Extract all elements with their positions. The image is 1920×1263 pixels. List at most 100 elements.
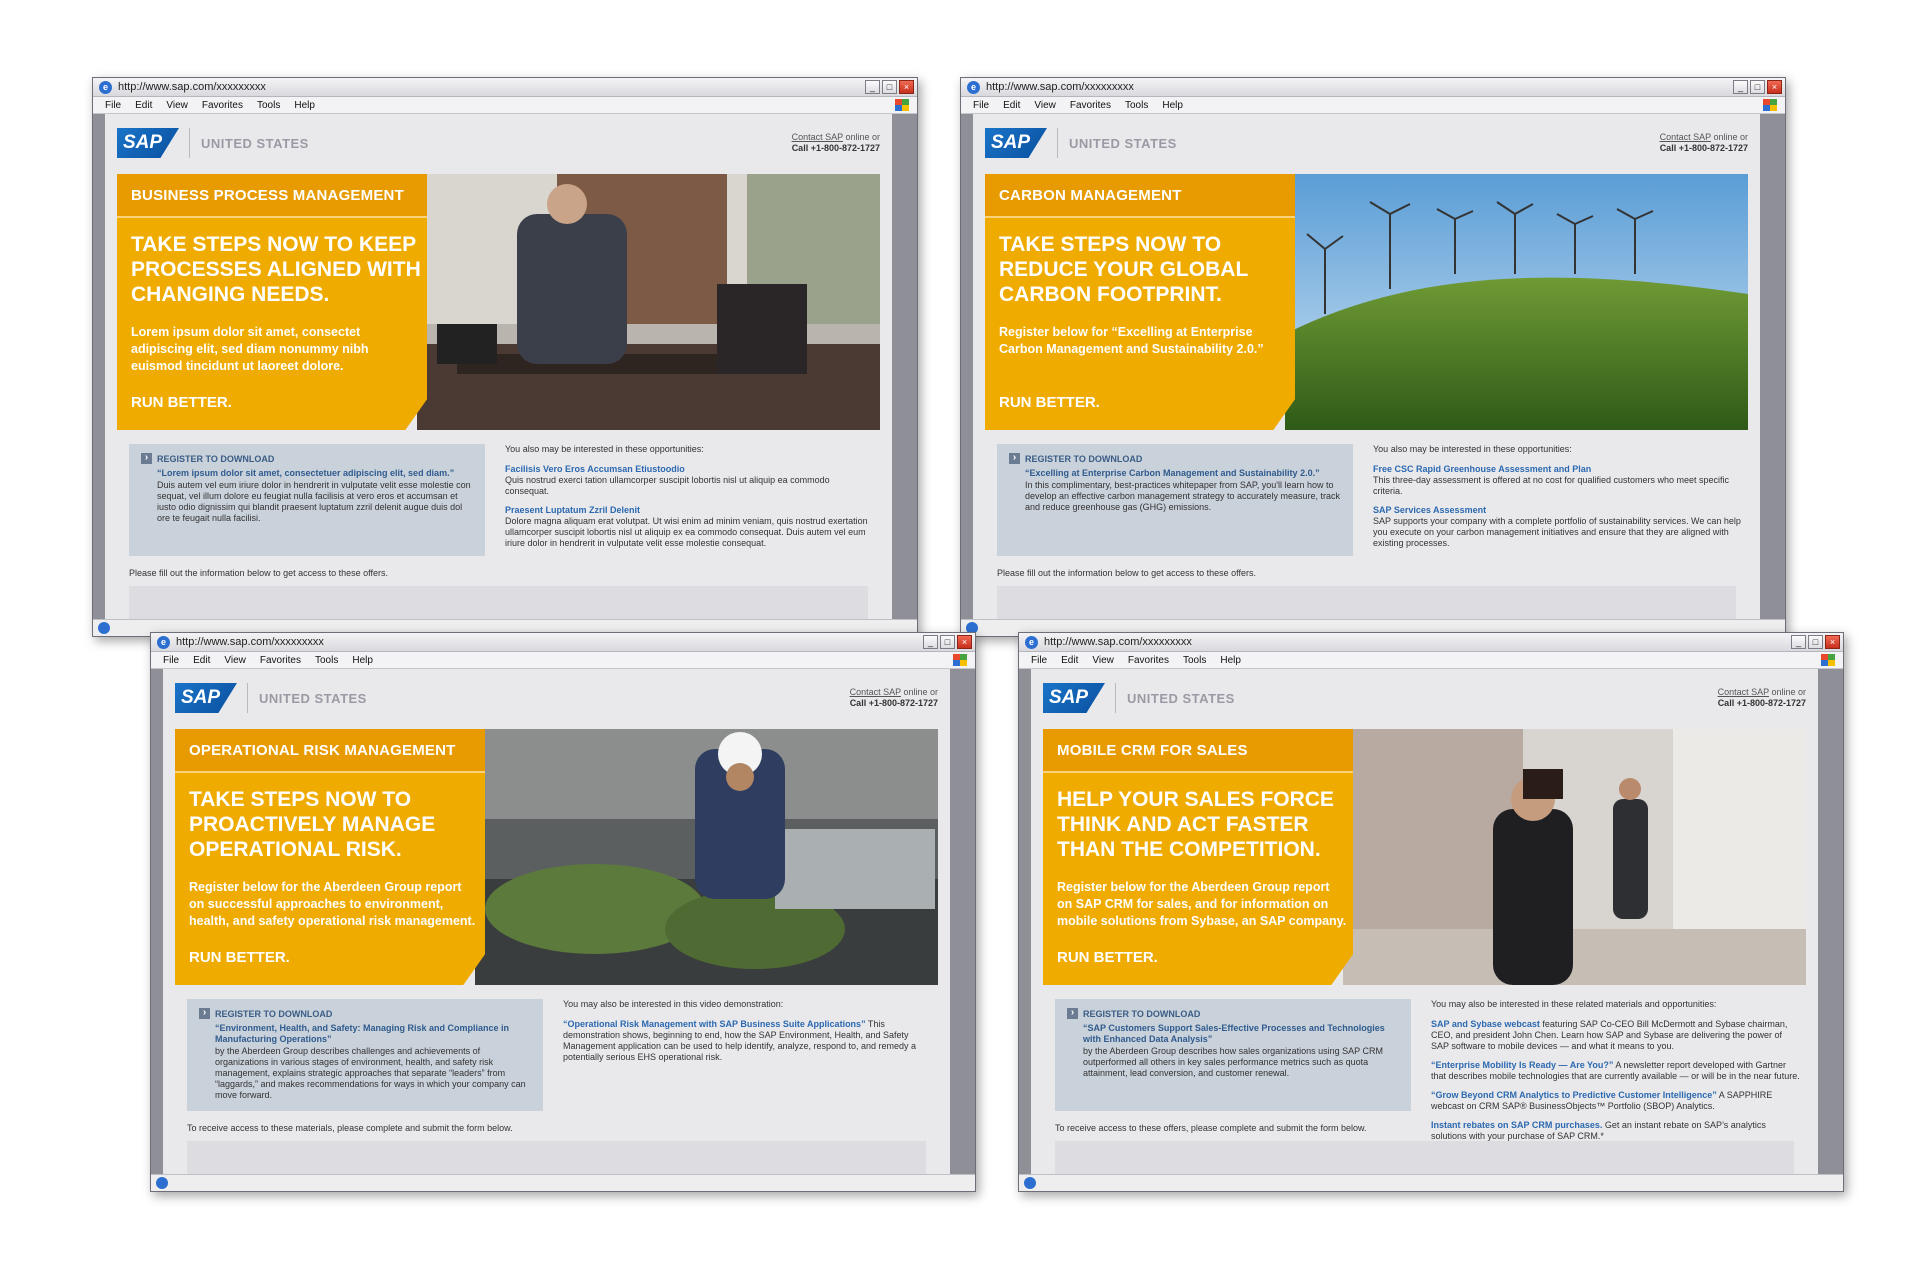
hero-body: Lorem ipsum dolor sit amet, consectet ad… [131,325,369,373]
menu-tools[interactable]: Tools [1183,655,1206,666]
menu-tools[interactable]: Tools [315,655,338,666]
related-item-link[interactable]: Free CSC Rapid Greenhouse Assessment and… [1373,464,1743,475]
related-item-link[interactable]: SAP and Sybase webcast [1431,1019,1540,1029]
register-to-download-link[interactable]: REGISTER TO DOWNLOAD [141,453,473,464]
menu-help[interactable]: Help [1162,100,1183,111]
menu-help[interactable]: Help [1220,655,1241,666]
related-item-link[interactable]: “Grow Beyond CRM Analytics to Predictive… [1431,1090,1717,1100]
run-better-tagline: RUN BETTER. [131,394,232,411]
register-to-download-link[interactable]: REGISTER TO DOWNLOAD [1009,453,1341,464]
menu-file[interactable]: File [105,100,121,111]
hero-panel: OPERATIONAL RISK MANAGEMENT TAKE STEPS N… [175,729,485,985]
register-box: REGISTER TO DOWNLOAD “SAP Customers Supp… [1055,999,1411,1111]
hero-photo [1343,729,1806,985]
category-title: OPERATIONAL RISK MANAGEMENT [175,729,485,773]
menu-help[interactable]: Help [294,100,315,111]
window-controls: _ □ × [923,635,972,649]
hero-banner: CARBON MANAGEMENT TAKE STEPS NOW TO REDU… [985,174,1748,430]
hero-headline: HELP YOUR SALES FORCE THINK AND ACT FAST… [1057,788,1334,861]
menu-favorites[interactable]: Favorites [1070,100,1111,111]
menu-file[interactable]: File [163,655,179,666]
close-button[interactable]: × [1825,635,1840,649]
category-title: CARBON MANAGEMENT [985,174,1295,218]
windows-logo-icon [895,99,909,111]
menu-help[interactable]: Help [352,655,373,666]
hero-banner: BUSINESS PROCESS MANAGEMENT TAKE STEPS N… [117,174,880,430]
related-item: “Operational Risk Management with SAP Bu… [563,1019,933,1063]
menu-favorites[interactable]: Favorites [260,655,301,666]
related-list: “Operational Risk Management with SAP Bu… [563,1019,933,1063]
address-url[interactable]: http://www.sap.com/xxxxxxxxx [176,636,324,648]
minimize-button[interactable]: _ [923,635,938,649]
maximize-button[interactable]: □ [882,80,897,94]
maximize-button[interactable]: □ [940,635,955,649]
ie-icon: e [967,80,980,94]
related-item-link[interactable]: Praesent Luptatum Zzril Delenit [505,505,875,516]
window-controls: _ □ × [865,80,914,94]
register-to-download-link[interactable]: REGISTER TO DOWNLOAD [199,1008,531,1019]
minimize-button[interactable]: _ [865,80,880,94]
related-item-link[interactable]: Facilisis Vero Eros Accumsan Etiustoodio [505,464,875,475]
ie-status-icon [1024,1177,1036,1189]
contact-sap-link[interactable]: Contact SAP [1718,687,1769,697]
related-item-link[interactable]: Instant rebates on SAP CRM purchases. [1431,1120,1602,1130]
phone-number: Call +1-800-872-1727 [1659,143,1748,153]
register-offer-desc: by the Aberdeen Group describes challeng… [215,1046,526,1100]
menu-view[interactable]: View [1034,100,1056,111]
office-scene [417,174,880,430]
menu-favorites[interactable]: Favorites [1128,655,1169,666]
related-item-text: SAP supports your company with a complet… [1373,516,1741,548]
close-button[interactable]: × [1767,80,1782,94]
menu-file[interactable]: File [973,100,989,111]
menu-favorites[interactable]: Favorites [202,100,243,111]
sap-logo[interactable]: SAP [1043,683,1105,713]
sap-logo[interactable]: SAP [175,683,237,713]
close-button[interactable]: × [957,635,972,649]
header-divider [189,128,190,158]
phone-number: Call +1-800-872-1727 [849,698,938,708]
menu-view[interactable]: View [166,100,188,111]
menu-view[interactable]: View [1092,655,1114,666]
related-item-link[interactable]: SAP Services Assessment [1373,505,1743,516]
related-offers: You also may be interested in these oppo… [1373,444,1743,553]
menu-tools[interactable]: Tools [257,100,280,111]
phone-number: Call +1-800-872-1727 [791,143,880,153]
menu-edit[interactable]: Edit [193,655,210,666]
menu-tools[interactable]: Tools [1125,100,1148,111]
address-url[interactable]: http://www.sap.com/xxxxxxxxx [986,81,1134,93]
ie-icon: e [157,635,170,649]
maximize-button[interactable]: □ [1808,635,1823,649]
hero-banner: OPERATIONAL RISK MANAGEMENT TAKE STEPS N… [175,729,938,985]
register-offer-desc: by the Aberdeen Group describes how sale… [1083,1046,1384,1078]
ie-status-icon [156,1177,168,1189]
hero-headline: TAKE STEPS NOW TO REDUCE YOUR GLOBAL CAR… [999,233,1248,306]
address-url[interactable]: http://www.sap.com/xxxxxxxxx [118,81,266,93]
contact-sap-link[interactable]: Contact SAP [792,132,843,142]
title-bar: e http://www.sap.com/xxxxxxxxx _ □ × [151,633,975,652]
sap-logo[interactable]: SAP [985,128,1047,158]
contact-sap-link[interactable]: Contact SAP [1660,132,1711,142]
contact-sap-link[interactable]: Contact SAP [850,687,901,697]
windows-logo-icon [1763,99,1777,111]
register-box: REGISTER TO DOWNLOAD “Environment, Healt… [187,999,543,1111]
sap-logo[interactable]: SAP [117,128,179,158]
address-url[interactable]: http://www.sap.com/xxxxxxxxx [1044,636,1192,648]
menu-file[interactable]: File [1031,655,1047,666]
related-item-link[interactable]: “Enterprise Mobility Is Ready — Are You?… [1431,1060,1613,1070]
menu-edit[interactable]: Edit [135,100,152,111]
related-item: SAP Services Assessment SAP supports your… [1373,505,1743,549]
minimize-button[interactable]: _ [1733,80,1748,94]
close-button[interactable]: × [899,80,914,94]
maximize-button[interactable]: □ [1750,80,1765,94]
related-list: Free CSC Rapid Greenhouse Assessment and… [1373,464,1743,549]
menu-edit[interactable]: Edit [1061,655,1078,666]
contact-info: Contact SAP online or Call +1-800-872-17… [850,687,938,709]
minimize-button[interactable]: _ [1791,635,1806,649]
title-bar: e http://www.sap.com/xxxxxxxxx _ □ × [1019,633,1843,652]
related-item-link[interactable]: “Operational Risk Management with SAP Bu… [563,1019,866,1029]
register-offer-desc: Duis autem vel eum iriure dolor in hendr… [157,480,471,523]
hero-banner: MOBILE CRM FOR SALES HELP YOUR SALES FOR… [1043,729,1806,985]
menu-edit[interactable]: Edit [1003,100,1020,111]
menu-view[interactable]: View [224,655,246,666]
register-to-download-link[interactable]: REGISTER TO DOWNLOAD [1067,1008,1399,1019]
